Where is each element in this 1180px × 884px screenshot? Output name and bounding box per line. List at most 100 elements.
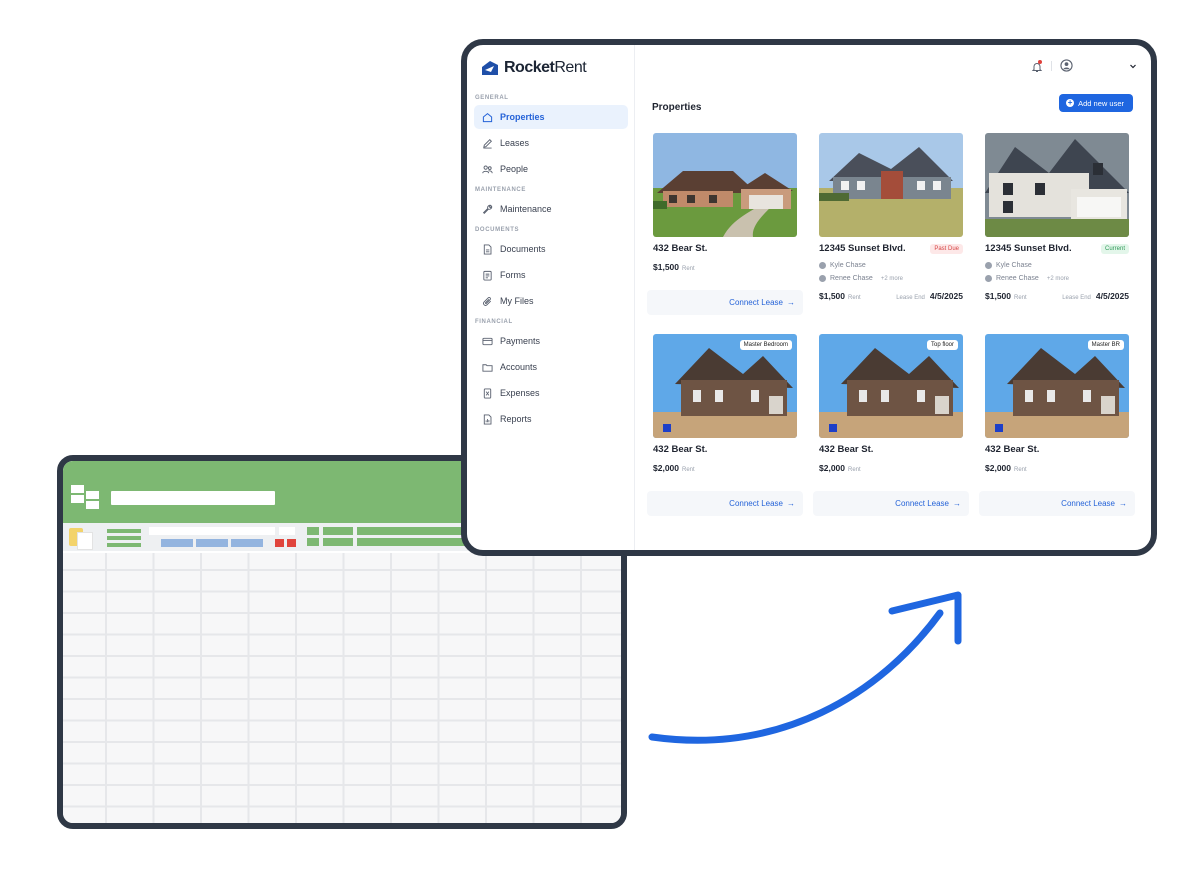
spreadsheet-logo-icon xyxy=(71,485,101,511)
rent-price: $2,000 Rent xyxy=(985,463,1027,473)
property-title: 432 Bear St. xyxy=(653,243,708,254)
brand[interactable]: RocketRent xyxy=(481,59,587,77)
connect-lease-button[interactable]: Connect Lease → xyxy=(647,491,803,516)
person-icon xyxy=(985,275,992,282)
status-badge: Current xyxy=(1100,244,1129,254)
property-image: Top floor xyxy=(819,334,963,438)
curved-arrow-icon xyxy=(648,591,962,744)
notification-bell-icon[interactable] xyxy=(1031,59,1043,72)
user-avatar-icon[interactable] xyxy=(1060,59,1073,72)
connect-lease-button[interactable]: Connect Lease → xyxy=(979,491,1135,516)
lease-end: Lease End 4/5/2025 xyxy=(896,291,963,301)
arrow-right-icon: → xyxy=(1119,499,1127,508)
property-card[interactable]: Master Bedroom 432 Bear St. $2,000 Rent C… xyxy=(647,334,803,516)
report-icon xyxy=(483,413,492,425)
property-card[interactable]: Top floor 432 Bear St. $2,000 Rent Connec… xyxy=(813,334,969,516)
add-new-user-button[interactable]: + Add new user xyxy=(1059,94,1133,112)
property-title: 432 Bear St. xyxy=(653,444,708,455)
section-label-general: GENERAL xyxy=(475,95,509,101)
sidebar-item-my-files[interactable]: My Files xyxy=(474,289,628,313)
spreadsheet-grid xyxy=(63,553,621,823)
connect-lease-button[interactable]: Connect Lease → xyxy=(647,290,803,315)
document-icon xyxy=(483,243,492,255)
spreadsheet-title-placeholder xyxy=(111,491,275,505)
rent-price: $1,500 Rent xyxy=(653,262,695,272)
sidebar-item-payments[interactable]: Payments xyxy=(474,329,628,353)
property-image xyxy=(819,133,963,237)
people-icon xyxy=(482,165,493,173)
property-title: 432 Bear St. xyxy=(819,444,874,455)
property-card[interactable]: Master BR 432 Bear St. $2,000 Rent Connec… xyxy=(979,334,1135,516)
sidebar-item-accounts[interactable]: Accounts xyxy=(474,355,628,379)
property-image: Master BR xyxy=(985,334,1129,438)
property-image: Master Bedroom xyxy=(653,334,797,438)
topbar xyxy=(1031,59,1137,72)
arrow-right-icon: → xyxy=(953,499,961,508)
sidebar-item-label: Leases xyxy=(500,138,530,148)
property-title: 432 Bear St. xyxy=(985,444,1040,455)
property-card[interactable]: 12345 Sunset Blvd. Past Due Kyle Chase R… xyxy=(813,133,969,315)
sidebar-item-documents[interactable]: Documents xyxy=(474,237,628,261)
property-image xyxy=(653,133,797,237)
image-tag: Master BR xyxy=(1087,340,1124,350)
rocketrent-logo-icon xyxy=(482,61,498,75)
rocketrent-window: RocketRent GENERAL Properties Leases Peo… xyxy=(461,39,1157,556)
image-tag: Top floor xyxy=(926,340,958,350)
image-tag: Master Bedroom xyxy=(739,340,792,350)
rent-price: $1,500 Rent xyxy=(819,291,861,301)
chevron-down-icon[interactable] xyxy=(1129,62,1137,70)
section-label-financial: FINANCIAL xyxy=(475,319,513,325)
pen-icon xyxy=(483,138,492,149)
paperclip-icon xyxy=(483,296,492,306)
sidebar-item-label: Payments xyxy=(500,336,541,346)
sidebar-item-label: Forms xyxy=(500,270,526,280)
sidebar-item-label: Expenses xyxy=(500,388,540,398)
main-content: Properties + Add new user 432 Bear St. $… xyxy=(635,45,1151,550)
arrow-right-icon: → xyxy=(787,499,795,508)
sidebar-item-label: Accounts xyxy=(500,362,538,372)
sidebar-item-expenses[interactable]: Expenses xyxy=(474,381,628,405)
person-icon xyxy=(985,262,992,269)
lease-end: Lease End 4/5/2025 xyxy=(1062,291,1129,301)
sidebar-item-label: People xyxy=(500,164,529,174)
plus-icon: + xyxy=(1066,98,1075,107)
divider xyxy=(1051,60,1052,71)
arrow-right-icon: → xyxy=(787,298,795,307)
property-card[interactable]: 12345 Sunset Blvd. Current Kyle Chase Re… xyxy=(979,133,1135,315)
rent-price: $2,000 Rent xyxy=(653,463,695,473)
property-card[interactable]: 432 Bear St. $1,500 Rent Connect Lease → xyxy=(647,133,803,315)
section-label-maintenance: MAINTENANCE xyxy=(475,187,526,193)
sidebar-item-leases[interactable]: Leases xyxy=(474,131,628,155)
sidebar-item-label: Properties xyxy=(500,112,545,122)
folder-icon xyxy=(482,363,493,372)
rent-price: $2,000 Rent xyxy=(819,463,861,473)
person-icon xyxy=(819,262,826,269)
sidebar-item-people[interactable]: People xyxy=(474,157,628,181)
tenant-row: Kyle Chase xyxy=(985,262,1032,269)
notification-dot xyxy=(1038,59,1042,64)
home-icon xyxy=(482,112,493,122)
status-badge: Past Due xyxy=(930,244,963,254)
property-title: 12345 Sunset Blvd. xyxy=(985,243,1072,254)
wrench-icon xyxy=(482,204,493,214)
sidebar-item-label: Documents xyxy=(500,244,546,254)
rent-price: $1,500 Rent xyxy=(985,291,1027,301)
sidebar-item-maintenance[interactable]: Maintenance xyxy=(474,197,628,221)
card-icon xyxy=(482,337,493,345)
sidebar-item-properties[interactable]: Properties xyxy=(474,105,628,129)
sidebar-item-label: Maintenance xyxy=(500,204,552,214)
property-image xyxy=(985,133,1129,237)
receipt-icon xyxy=(483,387,492,399)
sidebar-item-label: My Files xyxy=(500,296,534,306)
sidebar-item-forms[interactable]: Forms xyxy=(474,263,628,287)
sidebar: RocketRent GENERAL Properties Leases Peo… xyxy=(467,45,635,550)
section-label-documents: DOCUMENTS xyxy=(475,227,520,233)
brand-name: RocketRent xyxy=(504,59,587,76)
person-icon xyxy=(819,275,826,282)
add-new-user-label: Add new user xyxy=(1078,98,1124,108)
property-title: 12345 Sunset Blvd. xyxy=(819,243,906,254)
page-title: Properties xyxy=(652,102,702,113)
connect-lease-button[interactable]: Connect Lease → xyxy=(813,491,969,516)
sidebar-item-reports[interactable]: Reports xyxy=(474,407,628,431)
tenant-row: Renee Chase +2 more xyxy=(819,275,903,282)
